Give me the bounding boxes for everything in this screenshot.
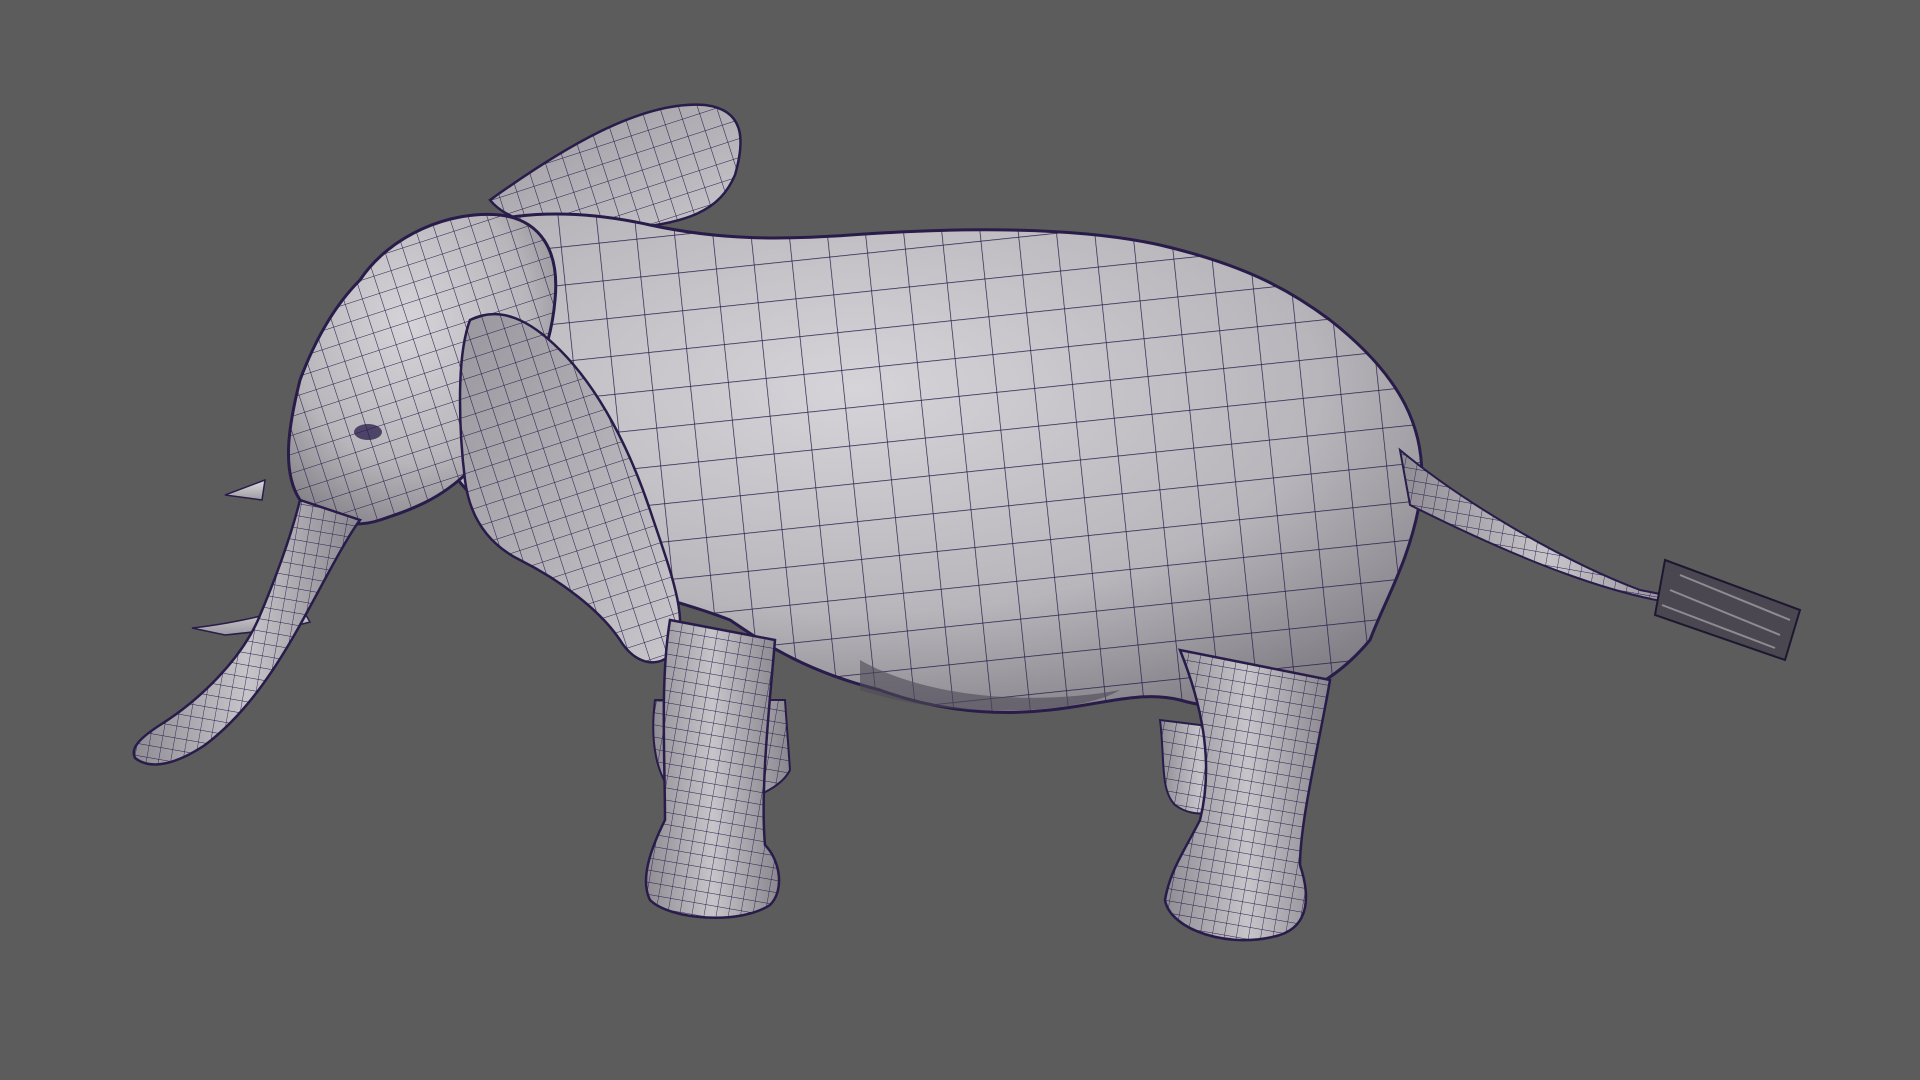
viewport-canvas[interactable] [0, 0, 1920, 1080]
front-leg-near[interactable] [644, 618, 781, 919]
3d-viewport[interactable] [0, 0, 1920, 1080]
eye [354, 424, 382, 440]
